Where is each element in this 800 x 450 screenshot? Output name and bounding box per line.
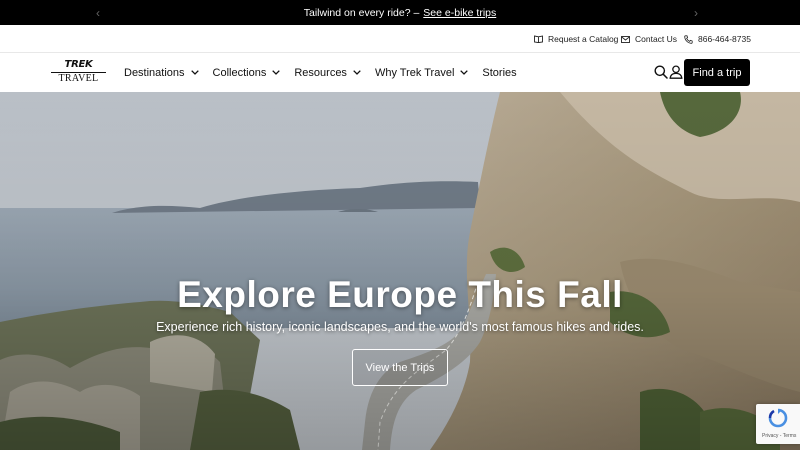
- nav-label: Resources: [294, 66, 347, 79]
- nav-item-why-trek-travel[interactable]: Why Trek Travel: [374, 66, 469, 79]
- recaptcha-terms[interactable]: Privacy - Terms: [762, 433, 796, 439]
- hero-background-image: [0, 92, 800, 450]
- user-icon[interactable]: [669, 65, 683, 79]
- recaptcha-icon: [768, 408, 788, 428]
- nav-label: Why Trek Travel: [374, 66, 455, 79]
- request-catalog-label: Request a Catalog: [548, 34, 619, 44]
- hero-section: Explore Europe This Fall Experience rich…: [0, 92, 800, 450]
- hero-subtitle: Experience rich history, iconic landscap…: [156, 320, 644, 334]
- search-icon[interactable]: [654, 65, 668, 79]
- announcement-text: Tailwind on every ride? –: [303, 6, 420, 19]
- mail-icon: [621, 35, 630, 43]
- nav-label: Destinations: [124, 66, 185, 79]
- chevron-down-icon: [353, 70, 361, 75]
- utility-bar: Request a Catalog Contact Us 866-464-873…: [0, 25, 800, 53]
- nav-label: Collections: [212, 66, 267, 79]
- nav-item-collections[interactable]: Collections: [213, 67, 281, 79]
- phone-number: 866-464-8735: [698, 34, 751, 44]
- recaptcha-badge[interactable]: Privacy - Terms: [756, 404, 800, 444]
- announcement-link[interactable]: See e-bike trips: [423, 7, 496, 19]
- primary-menu: Destinations Collections Resources Why T…: [124, 53, 531, 92]
- contact-us-label: Contact Us: [635, 34, 678, 44]
- main-nav: TREK TRAVEL Destinations Collections Res…: [0, 53, 800, 92]
- book-icon: [534, 35, 543, 43]
- request-catalog-link[interactable]: Request a Catalog: [534, 34, 618, 44]
- announcement-bar: ‹ Tailwind on every ride? – See e-bike t…: [0, 0, 800, 25]
- chevron-down-icon: [272, 70, 281, 75]
- nav-label: Stories: [482, 66, 517, 79]
- nav-item-resources[interactable]: Resources: [294, 67, 361, 79]
- chevron-left-icon[interactable]: ‹: [96, 6, 100, 20]
- contact-us-link[interactable]: Contact Us: [621, 34, 677, 44]
- chevron-down-icon: [190, 70, 199, 75]
- logo-bottom-text: TRAVEL: [58, 73, 99, 84]
- trek-travel-logo[interactable]: TREK TRAVEL: [51, 59, 106, 85]
- phone-link[interactable]: 866-464-8735: [684, 34, 751, 44]
- nav-item-stories[interactable]: Stories: [482, 67, 516, 79]
- view-the-trips-button[interactable]: View the Trips: [352, 349, 448, 386]
- logo-top-text: TREK: [64, 59, 93, 70]
- nav-item-destinations[interactable]: Destinations: [124, 67, 199, 79]
- chevron-right-icon[interactable]: ›: [694, 6, 698, 20]
- phone-icon: [684, 34, 693, 44]
- chevron-down-icon: [460, 70, 469, 75]
- hero-title: Explore Europe This Fall: [177, 274, 623, 315]
- find-a-trip-button[interactable]: Find a trip: [684, 59, 750, 86]
